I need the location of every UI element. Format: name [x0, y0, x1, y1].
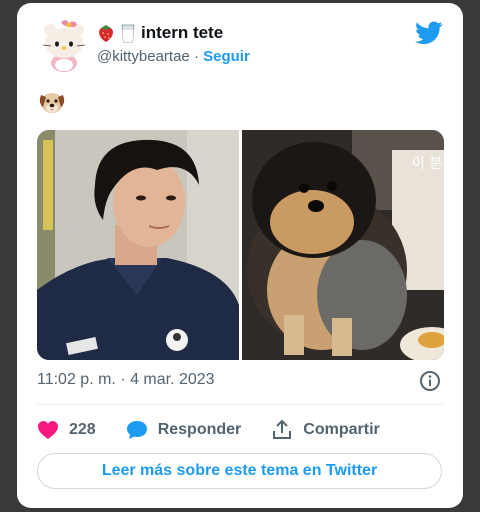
- display-name: intern tete: [141, 23, 224, 42]
- follow-button[interactable]: Seguir: [203, 48, 250, 65]
- strawberry-emoji: [99, 25, 113, 42]
- like-button[interactable]: 228: [37, 420, 96, 440]
- photo-dog[interactable]: 이 분: [242, 130, 444, 360]
- photo-overlay-text: 이 분: [412, 156, 442, 172]
- dog-face-emoji: [39, 93, 65, 113]
- reply-label: Responder: [157, 421, 242, 438]
- reply-button[interactable]: Responder: [126, 420, 242, 440]
- share-icon: [273, 419, 292, 439]
- heart-icon: [38, 421, 58, 439]
- share-button[interactable]: Compartir: [271, 419, 380, 441]
- handle[interactable]: @kittybeartae: [97, 48, 190, 65]
- avatar[interactable]: [39, 17, 89, 73]
- divider: [37, 404, 443, 405]
- separator: ·: [193, 48, 199, 65]
- info-icon[interactable]: [419, 370, 441, 392]
- timestamp[interactable]: 11:02 p. m. · 4 mar. 2023: [37, 371, 215, 389]
- like-count: 228: [69, 421, 96, 438]
- tweet-card: intern tete @kittybeartae · Seguir 이 분 1…: [17, 3, 463, 508]
- milk-glass-emoji: [121, 24, 135, 43]
- read-more-label: Leer más sobre este tema en Twitter: [101, 462, 378, 479]
- read-more-button[interactable]: Leer más sobre este tema en Twitter: [37, 453, 442, 489]
- author-name-row[interactable]: intern tete: [97, 23, 223, 43]
- photo-person[interactable]: [37, 130, 239, 360]
- handle-row: @kittybeartae · Seguir: [97, 48, 250, 65]
- media-grid[interactable]: 이 분: [37, 130, 444, 360]
- share-label: Compartir: [303, 421, 380, 438]
- action-bar: 228 Responder Compartir: [37, 417, 410, 443]
- twitter-bird-icon[interactable]: [415, 21, 443, 45]
- reply-bubble-icon: [126, 421, 147, 439]
